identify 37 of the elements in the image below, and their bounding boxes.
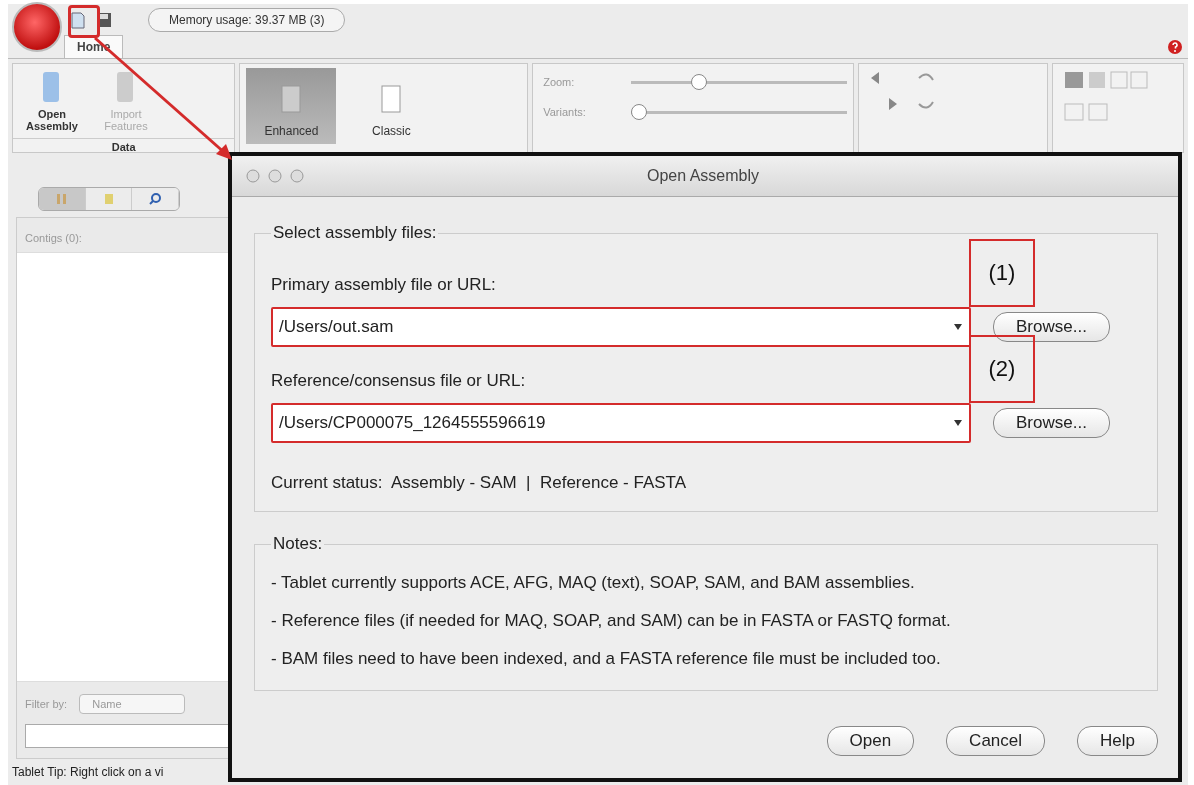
field-label: Reference/consensus file or URL: [271, 371, 526, 391]
note-text: - Tablet currently supports ACE, AFG, MAQ (text), SOAP, SAM, and BAM assemblies. [271, 572, 916, 594]
note-text: - Reference files (if needed for MAQ, SOAP, and SAM) can be in FASTA or FASTQ format. [271, 610, 952, 632]
style-button[interactable]: Enhanced [246, 68, 337, 144]
dropdown-caret-icon[interactable] [953, 419, 963, 427]
note-text: - BAM files need to have been indexed, and a FASTA reference file must be included too. [271, 648, 942, 670]
dialog-button[interactable]: Cancel [946, 726, 1046, 756]
callout-label: (1) [969, 239, 1035, 307]
browse-button[interactable]: Browse... [993, 312, 1110, 342]
current-status: Current status: Assembly - SAM | Reference - FASTA [271, 473, 688, 493]
dialog-button[interactable]: Help [1077, 726, 1158, 756]
dialog-button[interactable]: Open [826, 726, 915, 756]
document-icon[interactable] [68, 10, 88, 30]
contigs-tab-icon[interactable] [39, 188, 86, 210]
window-title: Open Assembly [645, 167, 761, 185]
style-button[interactable]: Classic [346, 68, 437, 144]
callout-label: (2) [969, 335, 1035, 403]
group-title: Select assembly files: [272, 223, 438, 243]
dropdown-caret-icon[interactable] [953, 323, 963, 331]
slider-label: Variants: [543, 106, 587, 118]
slider-label: Zoom: [543, 76, 576, 88]
ribbon-button[interactable]: Open Assembly [15, 68, 89, 134]
browse-button[interactable]: Browse... [993, 408, 1110, 438]
field-label: Primary assembly file or URL: [271, 275, 496, 295]
group-title: Notes: [272, 534, 324, 554]
memory-usage: Memory usage: 39.37 MB (3) [148, 8, 346, 32]
highlight-frame [68, 5, 100, 38]
app-menu-orb[interactable] [12, 2, 62, 52]
filter-label: Filter by: [25, 698, 68, 710]
help-icon[interactable] [1168, 40, 1182, 54]
status-text: Tablet Tip: Right click on a vi [11, 764, 165, 781]
file-combo-field[interactable]: /Users/out.sam [271, 307, 971, 347]
file-combo-field[interactable]: /Users/CP000075_1264555596619 [271, 403, 971, 443]
window-control-icon[interactable] [246, 169, 260, 183]
window-control-icon[interactable] [268, 169, 282, 183]
contigs-heading: Contigs (0): [24, 231, 83, 246]
window-control-icon[interactable] [290, 169, 304, 183]
